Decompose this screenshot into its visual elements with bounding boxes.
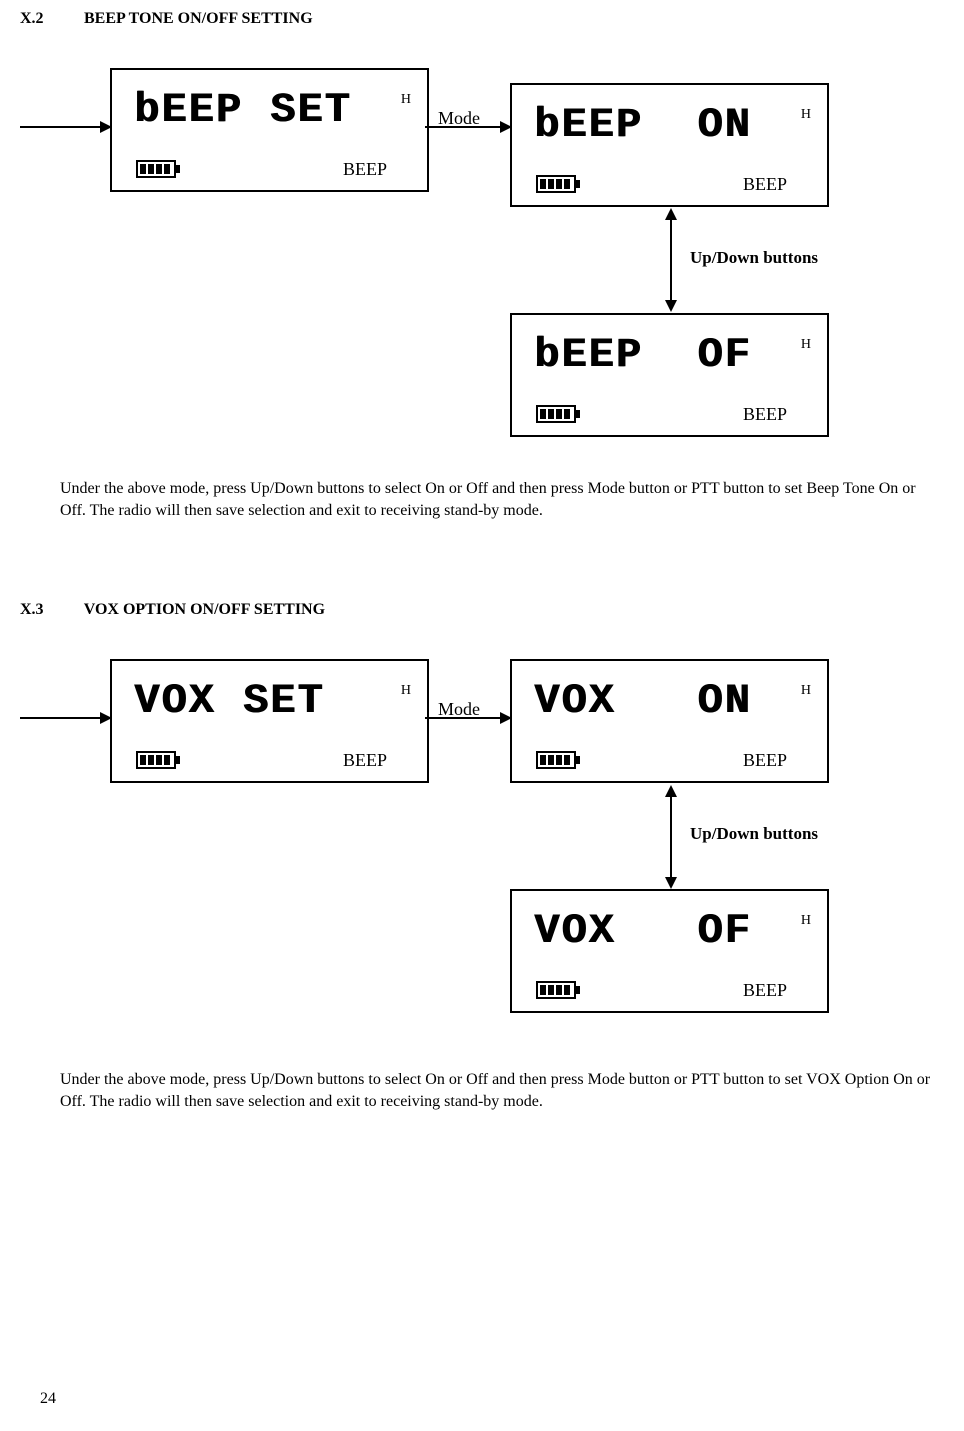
section2-diagram: VOX SET H BEEP Mode VOX ON H BEEP Up/Dow… bbox=[20, 659, 944, 1069]
lcd-h-indicator: H bbox=[801, 683, 811, 699]
section1-diagram: bEEP SET H BEEP Mode bEEP ON H BEEP Up/D… bbox=[20, 68, 944, 478]
battery-icon bbox=[536, 405, 576, 423]
section1-number: X.2 bbox=[20, 10, 80, 28]
lcd-main-text: VOX OF bbox=[534, 907, 752, 955]
lcd-h-indicator: H bbox=[801, 107, 811, 123]
lcd-h-indicator: H bbox=[801, 913, 811, 929]
lcd-main-text: VOX SET bbox=[134, 677, 324, 725]
section2-body: Under the above mode, press Up/Down butt… bbox=[60, 1069, 940, 1112]
lcd-vox-off: VOX OF H BEEP bbox=[510, 889, 829, 1013]
lcd-beep-label: BEEP bbox=[743, 750, 787, 771]
battery-icon bbox=[536, 981, 576, 999]
page: X.2 BEEP TONE ON/OFF SETTING bEEP SET H … bbox=[20, 10, 944, 1410]
arrow-updown-icon bbox=[670, 787, 672, 887]
lcd-main-text: VOX ON bbox=[534, 677, 752, 725]
section2-heading: X.3 VOX OPTION ON/OFF SETTING bbox=[20, 601, 944, 619]
lcd-h-indicator: H bbox=[401, 683, 411, 699]
updown-label: Up/Down buttons bbox=[690, 248, 818, 268]
lcd-beep-label: BEEP bbox=[343, 750, 387, 771]
lcd-h-indicator: H bbox=[401, 92, 411, 108]
updown-label: Up/Down buttons bbox=[690, 824, 818, 844]
section1-title: BEEP TONE ON/OFF SETTING bbox=[84, 10, 313, 27]
lcd-h-indicator: H bbox=[801, 337, 811, 353]
lcd-vox-on: VOX ON H BEEP bbox=[510, 659, 829, 783]
section2-title: VOX OPTION ON/OFF SETTING bbox=[84, 601, 325, 618]
battery-icon bbox=[536, 751, 576, 769]
arrow-entry-icon bbox=[20, 126, 110, 128]
lcd-main-text: bEEP SET bbox=[134, 86, 352, 134]
lcd-beep-label: BEEP bbox=[743, 980, 787, 1001]
lcd-beep-set: bEEP SET H BEEP bbox=[110, 68, 429, 192]
lcd-main-text: bEEP OF bbox=[534, 331, 752, 379]
lcd-beep-label: BEEP bbox=[343, 159, 387, 180]
lcd-main-text: bEEP ON bbox=[534, 101, 752, 149]
page-number: 24 bbox=[40, 1390, 56, 1408]
section1-heading: X.2 BEEP TONE ON/OFF SETTING bbox=[20, 10, 944, 28]
battery-icon bbox=[136, 751, 176, 769]
battery-icon bbox=[536, 175, 576, 193]
lcd-beep-on: bEEP ON H BEEP bbox=[510, 83, 829, 207]
section2-number: X.3 bbox=[20, 601, 80, 619]
battery-icon bbox=[136, 160, 176, 178]
arrow-mode-icon bbox=[425, 126, 510, 128]
lcd-vox-set: VOX SET H BEEP bbox=[110, 659, 429, 783]
lcd-beep-label: BEEP bbox=[743, 404, 787, 425]
section1-body: Under the above mode, press Up/Down butt… bbox=[60, 478, 940, 521]
lcd-beep-off: bEEP OF H BEEP bbox=[510, 313, 829, 437]
arrow-entry-icon bbox=[20, 717, 110, 719]
lcd-beep-label: BEEP bbox=[743, 174, 787, 195]
arrow-mode-icon bbox=[425, 717, 510, 719]
arrow-updown-icon bbox=[670, 210, 672, 310]
